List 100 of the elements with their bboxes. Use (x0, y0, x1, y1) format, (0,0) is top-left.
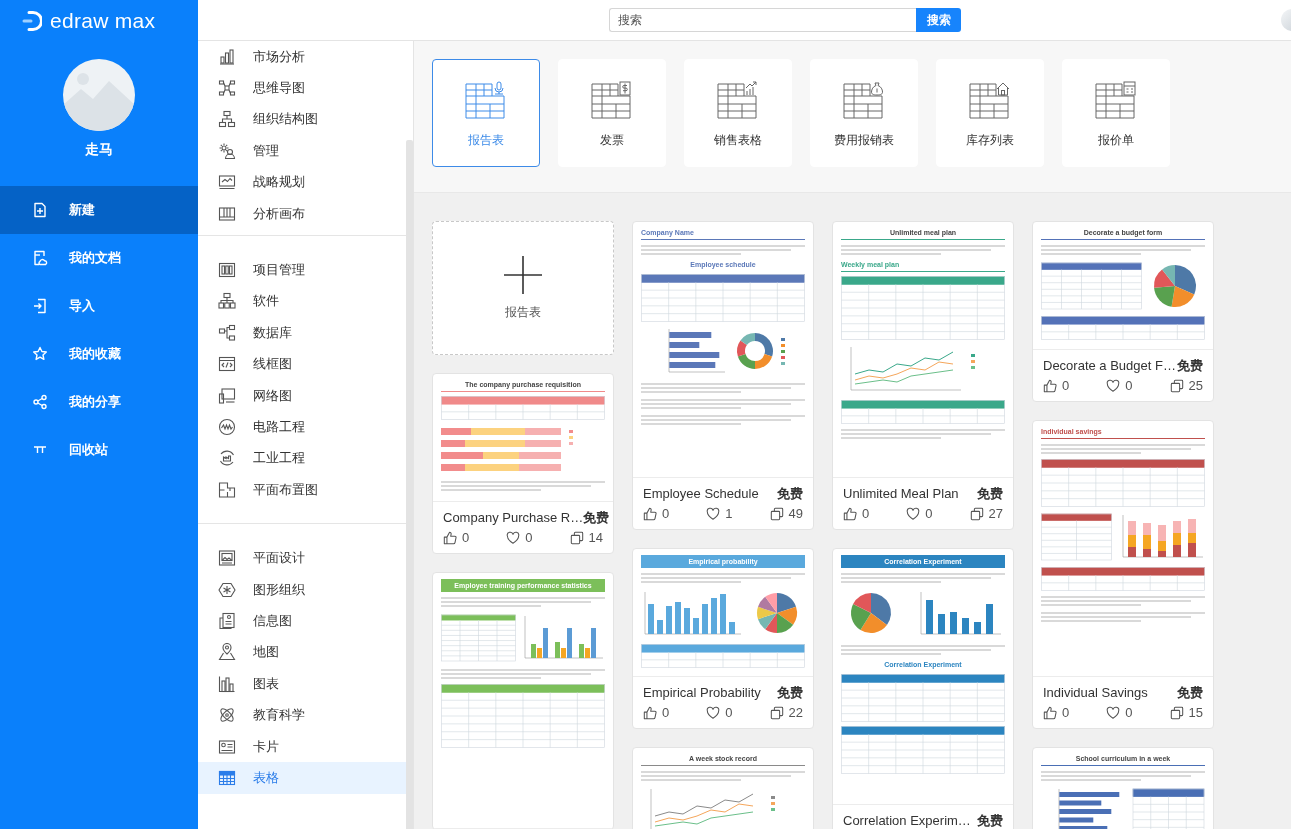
chart-axis (668, 328, 726, 373)
factory-cycle-icon (218, 449, 236, 468)
document-cloud-icon (32, 250, 48, 266)
category-item[interactable]: 数据库 (198, 317, 406, 349)
copy-count: 25 (1188, 377, 1203, 395)
legend-marker (781, 344, 785, 347)
category-item[interactable]: 图表 (198, 668, 406, 700)
new-template-card[interactable]: 报告表 (432, 221, 614, 355)
template-type-tile[interactable]: 库存列表 (936, 59, 1044, 167)
category-item[interactable]: 电路工程 (198, 411, 406, 443)
heart-icon[interactable] (706, 706, 721, 720)
category-item[interactable]: 分析画布 (198, 197, 406, 230)
copy-icon[interactable] (1169, 706, 1184, 720)
table-house-icon (968, 80, 1012, 120)
price-label: 免费 (1177, 684, 1203, 702)
category-item[interactable]: 卡片 (198, 730, 406, 763)
chart-bar (1059, 800, 1102, 806)
chart-bar (675, 602, 681, 634)
thumbs-up-icon[interactable] (843, 507, 857, 521)
nav-item[interactable]: 回收站 (0, 426, 198, 474)
category-item[interactable]: 线框图 (198, 348, 406, 380)
column-chart-icon (218, 674, 236, 693)
template-type-tile[interactable]: 报价单 (1062, 59, 1170, 167)
file-plus-icon (32, 202, 48, 218)
category-item[interactable]: 教育科学 (198, 699, 406, 731)
price-label: 免费 (977, 812, 1003, 829)
logo-text: edraw max (50, 8, 156, 33)
template-type-tile[interactable]: 销售表格 (684, 59, 792, 167)
scrollbar-thumb[interactable] (406, 140, 413, 829)
search-field[interactable]: 搜索 (609, 8, 916, 32)
category-item[interactable]: 平面布置图 (198, 474, 406, 506)
category-item[interactable]: 组织结构图 (198, 103, 406, 136)
category-item[interactable]: 表格 (198, 762, 406, 794)
plus-icon (504, 255, 542, 294)
legend-marker (781, 356, 785, 359)
chart-bar (1059, 817, 1094, 823)
category-item[interactable]: 市场分析 (198, 41, 406, 73)
copy-icon[interactable] (769, 507, 784, 521)
heart-icon[interactable] (1106, 379, 1121, 393)
chart-bar (648, 604, 654, 634)
template-type-tile[interactable]: 发票 (558, 59, 666, 167)
table-money-bag-icon (842, 80, 886, 120)
category-item[interactable]: 思维导图 (198, 72, 406, 104)
copy-count: 49 (788, 505, 803, 523)
nav-item[interactable]: 我的收藏 (0, 330, 198, 378)
template-type-tile[interactable]: 费用报销表 (810, 59, 918, 167)
category-item[interactable]: 信息图 (198, 605, 406, 637)
copy-icon[interactable] (569, 531, 584, 545)
template-type-tile[interactable]: 报告表 (432, 59, 540, 167)
heart-count: 0 (1125, 704, 1133, 722)
table-microphone-icon (464, 80, 508, 120)
category-item[interactable]: 地图 (198, 636, 406, 669)
pie-slice (777, 613, 794, 633)
copy-icon[interactable] (969, 507, 984, 521)
like-count: 0 (662, 505, 670, 523)
thumbs-up-icon[interactable] (643, 507, 657, 521)
template-title: Employee Schedule (643, 485, 759, 503)
thumbs-up-icon[interactable] (443, 531, 457, 545)
heart-icon[interactable] (1106, 706, 1121, 720)
kanban-icon (218, 261, 236, 280)
legend-marker (771, 802, 775, 805)
category-item[interactable]: 网络图 (198, 379, 406, 412)
monitor-chart-icon (218, 173, 236, 192)
thumbs-up-icon[interactable] (1043, 379, 1057, 393)
category-item[interactable]: 项目管理 (198, 254, 406, 286)
circuit-icon (218, 418, 236, 436)
chart-bar (1059, 826, 1108, 829)
category-item[interactable]: 管理 (198, 135, 406, 167)
heart-icon[interactable] (506, 531, 521, 545)
thumbs-up-icon[interactable] (643, 706, 657, 720)
legend-marker (781, 350, 785, 353)
category-item[interactable]: 战略规划 (198, 166, 406, 198)
category-item[interactable]: 工业工程 (198, 442, 406, 475)
category-item[interactable]: 平面设计 (198, 542, 406, 574)
price-label: 免费 (777, 684, 803, 702)
heart-icon[interactable] (706, 507, 721, 521)
nav-item[interactable]: 我的文档 (0, 234, 198, 282)
chart-bar (938, 614, 945, 634)
copy-icon[interactable] (769, 706, 784, 720)
chart-bar (666, 606, 672, 634)
chart-bar (926, 600, 933, 634)
nav-item[interactable]: 我的分享 (0, 378, 198, 426)
nav-item[interactable]: 新建 (0, 186, 198, 234)
table-receipt-icon (590, 80, 634, 120)
search-button[interactable]: 搜索 (916, 8, 961, 32)
thumbs-up-icon[interactable] (1043, 706, 1057, 720)
chart-bar (1059, 792, 1120, 797)
category-item[interactable]: 图形组织 (198, 573, 406, 606)
legend-marker (771, 796, 775, 799)
id-card-icon (218, 737, 236, 756)
nav-item[interactable]: 导入 (0, 282, 198, 330)
atom-icon (218, 706, 236, 725)
chart-bar (693, 618, 699, 634)
copy-icon[interactable] (1169, 379, 1184, 393)
template-title: Company Purchase R… (443, 509, 584, 527)
chart-bar (974, 622, 981, 634)
template-title: Unlimited Meal Plan (843, 485, 959, 503)
like-count: 0 (1062, 704, 1070, 722)
heart-icon[interactable] (906, 507, 921, 521)
category-item[interactable]: 软件 (198, 285, 406, 318)
